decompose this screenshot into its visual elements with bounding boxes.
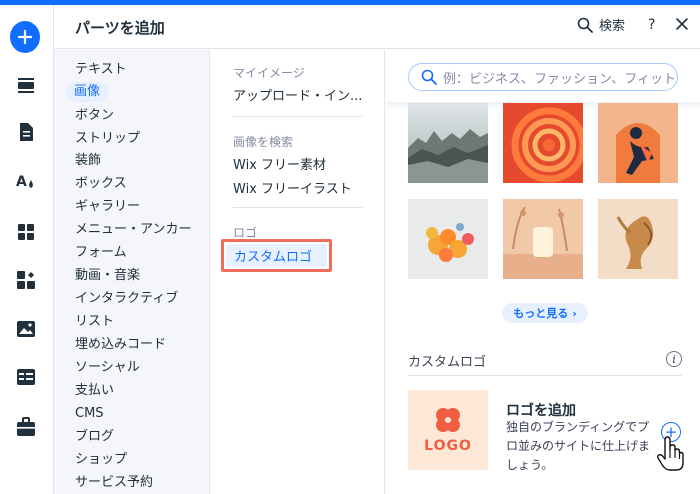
category-item-menu-anchor[interactable]: メニュー・アンカー bbox=[70, 220, 196, 240]
category-item-blog[interactable]: ブログ bbox=[70, 427, 119, 447]
business-tools-icon[interactable] bbox=[11, 265, 41, 295]
cms-icon[interactable] bbox=[11, 362, 41, 392]
subcategory-list: マイイメージ アップロード・イン... 画像を検索 Wix フリー素材 Wix … bbox=[211, 50, 385, 494]
image-search-input[interactable]: 例：ビジネス、ファッション、フィットネス bbox=[408, 63, 678, 91]
image-thumbnail[interactable] bbox=[408, 103, 488, 183]
close-icon[interactable] bbox=[675, 17, 689, 31]
sections-icon[interactable] bbox=[11, 70, 41, 100]
add-elements-icon[interactable] bbox=[10, 21, 40, 53]
main-content: 例：ビジネス、ファッション、フィットネス もっと見る › カスタムロゴ i LO… bbox=[386, 50, 700, 494]
category-item-text[interactable]: テキスト bbox=[70, 60, 132, 80]
logo-thumbnail[interactable]: LOGO bbox=[408, 390, 488, 470]
help-button[interactable]: ? bbox=[648, 17, 655, 33]
app-sidebar: A bbox=[0, 5, 54, 494]
category-item-store[interactable]: ショップ bbox=[70, 450, 132, 470]
add-logo-description: 独自のブランディングでプロ並みのサイトに仕上げましょう。 bbox=[506, 420, 651, 472]
category-item-image[interactable]: 画像 bbox=[66, 82, 109, 102]
search-placeholder: 例：ビジネス、ファッション、フィットネス bbox=[443, 71, 678, 87]
clover-logo-icon bbox=[436, 408, 460, 432]
panel-title: パーツを追加 bbox=[75, 19, 165, 37]
category-item-cms[interactable]: CMS bbox=[70, 404, 109, 424]
category-item-decorative[interactable]: 装飾 bbox=[70, 151, 106, 171]
category-item-social[interactable]: ソーシャル bbox=[70, 358, 145, 378]
chevron-right-icon: › bbox=[572, 306, 577, 320]
custom-logo-item[interactable]: カスタムロゴ bbox=[226, 244, 327, 267]
pages-icon[interactable] bbox=[11, 117, 41, 147]
category-item-button[interactable]: ボタン bbox=[70, 106, 119, 126]
image-thumbnail[interactable] bbox=[503, 199, 583, 279]
image-thumbnail[interactable] bbox=[408, 199, 488, 279]
wix-free-media-item[interactable]: Wix フリー素材 bbox=[233, 154, 326, 173]
media-icon[interactable] bbox=[11, 314, 41, 344]
divider bbox=[233, 207, 363, 208]
app-market-icon[interactable] bbox=[11, 217, 41, 247]
highlight-box: カスタムロゴ bbox=[221, 239, 332, 272]
add-logo-title: ロゴを追加 bbox=[506, 403, 576, 419]
portfolio-icon[interactable] bbox=[11, 412, 41, 442]
search-icon bbox=[421, 69, 437, 85]
category-item-box[interactable]: ボックス bbox=[70, 174, 132, 194]
category-item-form[interactable]: フォーム bbox=[70, 243, 132, 263]
wix-free-illustrations-item[interactable]: Wix フリーイラスト bbox=[233, 178, 352, 197]
show-more-label: もっと見る bbox=[513, 307, 569, 320]
info-icon[interactable]: i bbox=[666, 351, 682, 367]
search-icon bbox=[577, 17, 593, 33]
divider bbox=[233, 116, 363, 117]
divider bbox=[408, 375, 682, 376]
header-search-button[interactable]: 検索 bbox=[577, 15, 625, 34]
image-thumbnail[interactable] bbox=[503, 103, 583, 183]
show-more-button[interactable]: もっと見る › bbox=[502, 303, 588, 323]
svg-text:A: A bbox=[16, 174, 27, 190]
category-item-bookings[interactable]: サービス予約 bbox=[70, 473, 158, 493]
category-item-list[interactable]: リスト bbox=[70, 312, 119, 332]
image-thumbnail[interactable] bbox=[598, 103, 678, 183]
design-icon[interactable]: A bbox=[11, 167, 41, 197]
my-images-heading: マイイメージ bbox=[233, 66, 305, 80]
header-search-label: 検索 bbox=[599, 19, 626, 34]
category-list: テキスト 画像 ボタン ストリップ 装飾 ボックス ギャラリー メニュー・アンカ… bbox=[54, 50, 210, 494]
upload-item[interactable]: アップロード・イン... bbox=[233, 85, 362, 104]
category-item-payments[interactable]: 支払い bbox=[70, 381, 119, 401]
section-title: カスタムロゴ bbox=[408, 355, 487, 370]
category-item-strip[interactable]: ストリップ bbox=[70, 129, 145, 149]
category-item-gallery[interactable]: ギャラリー bbox=[70, 197, 145, 217]
logo-thumb-text: LOGO bbox=[424, 438, 472, 454]
hand-cursor-icon bbox=[657, 436, 684, 471]
search-images-heading: 画像を検索 bbox=[233, 135, 294, 149]
panel-header: パーツを追加 検索 ? bbox=[54, 5, 700, 49]
image-thumbnail[interactable] bbox=[598, 199, 678, 279]
category-item-embed-code[interactable]: 埋め込みコード bbox=[70, 335, 171, 355]
category-item-interactive[interactable]: インタラクティブ bbox=[70, 289, 183, 309]
category-item-video-music[interactable]: 動画・音楽 bbox=[70, 266, 145, 286]
